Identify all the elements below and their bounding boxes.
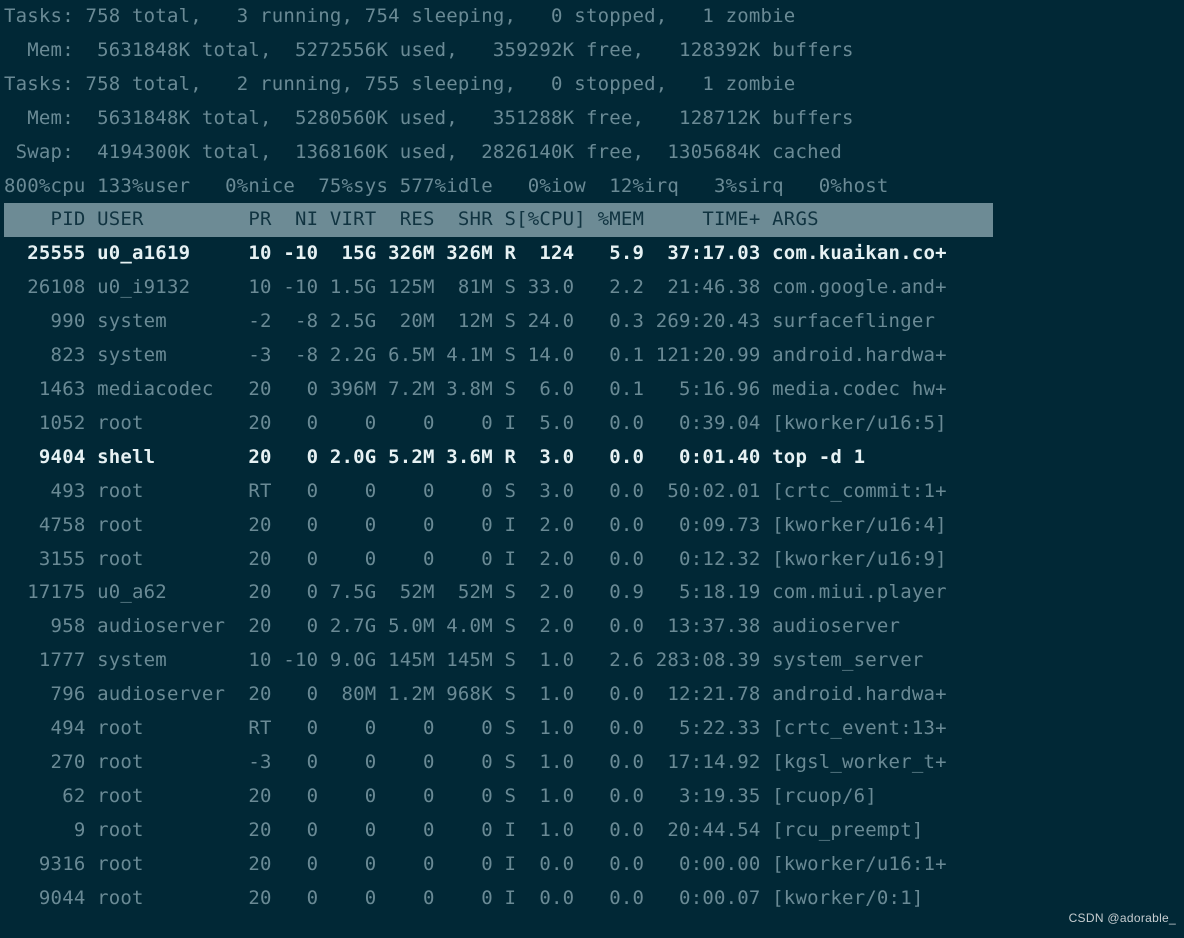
process-row: 25555 u0_a1619 10 -10 15G 326M 326M R 12… bbox=[4, 237, 1180, 271]
process-row: 493 root RT 0 0 0 0 S 3.0 0.0 50:02.01 [… bbox=[4, 475, 1180, 509]
process-row: 270 root -3 0 0 0 0 S 1.0 0.0 17:14.92 [… bbox=[4, 746, 1180, 780]
process-row: 990 system -2 -8 2.5G 20M 12M S 24.0 0.3… bbox=[4, 305, 1180, 339]
process-row: 1777 system 10 -10 9.0G 145M 145M S 1.0 … bbox=[4, 644, 1180, 678]
process-row: 26108 u0_i9132 10 -10 1.5G 125M 81M S 33… bbox=[4, 271, 1180, 305]
process-row: 9316 root 20 0 0 0 0 I 0.0 0.0 0:00.00 [… bbox=[4, 848, 1180, 882]
process-row: 17175 u0_a62 20 0 7.5G 52M 52M S 2.0 0.9… bbox=[4, 576, 1180, 610]
process-row: 62 root 20 0 0 0 0 S 1.0 0.0 3:19.35 [rc… bbox=[4, 780, 1180, 814]
process-row: 494 root RT 0 0 0 0 S 1.0 0.0 5:22.33 [c… bbox=[4, 712, 1180, 746]
summary-line: Tasks: 758 total, 3 running, 754 sleepin… bbox=[4, 0, 1180, 34]
process-row: 9044 root 20 0 0 0 0 I 0.0 0.0 0:00.07 [… bbox=[4, 882, 1180, 916]
process-row: 4758 root 20 0 0 0 0 I 2.0 0.0 0:09.73 [… bbox=[4, 509, 1180, 543]
summary-line: Swap: 4194300K total, 1368160K used, 282… bbox=[4, 136, 1180, 170]
process-row: 3155 root 20 0 0 0 0 I 2.0 0.0 0:12.32 [… bbox=[4, 543, 1180, 577]
column-headers: PID USER PR NI VIRT RES SHR S[%CPU] %MEM… bbox=[4, 203, 993, 237]
summary-line: Mem: 5631848K total, 5280560K used, 3512… bbox=[4, 102, 1180, 136]
process-table: 25555 u0_a1619 10 -10 15G 326M 326M R 12… bbox=[4, 237, 1180, 915]
process-row: 9 root 20 0 0 0 0 I 1.0 0.0 20:44.54 [rc… bbox=[4, 814, 1180, 848]
process-row: 1463 mediacodec 20 0 396M 7.2M 3.8M S 6.… bbox=[4, 373, 1180, 407]
process-row: 958 audioserver 20 0 2.7G 5.0M 4.0M S 2.… bbox=[4, 610, 1180, 644]
watermark: CSDN @adorable_ bbox=[1069, 902, 1176, 936]
process-row: 796 audioserver 20 0 80M 1.2M 968K S 1.0… bbox=[4, 678, 1180, 712]
summary-line: 800%cpu 133%user 0%nice 75%sys 577%idle … bbox=[4, 170, 1180, 204]
process-row: 823 system -3 -8 2.2G 6.5M 4.1M S 14.0 0… bbox=[4, 339, 1180, 373]
summary-line: Tasks: 758 total, 2 running, 755 sleepin… bbox=[4, 68, 1180, 102]
process-row: 9404 shell 20 0 2.0G 5.2M 3.6M R 3.0 0.0… bbox=[4, 441, 1180, 475]
summary-block: Tasks: 758 total, 3 running, 754 sleepin… bbox=[4, 0, 1180, 203]
summary-line: Mem: 5631848K total, 5272556K used, 3592… bbox=[4, 34, 1180, 68]
column-header-row: PID USER PR NI VIRT RES SHR S[%CPU] %MEM… bbox=[4, 203, 1180, 237]
process-row: 1052 root 20 0 0 0 0 I 5.0 0.0 0:39.04 [… bbox=[4, 407, 1180, 441]
terminal: { "summary": [ "Tasks: 758 total, 3 runn… bbox=[0, 0, 1184, 938]
